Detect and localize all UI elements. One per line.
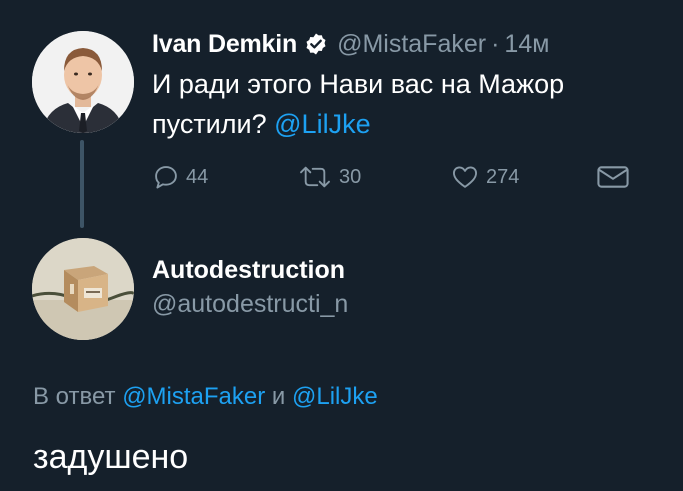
like-button[interactable]: 274 [450, 160, 519, 194]
separator-dot: · [491, 29, 500, 58]
display-name[interactable]: Ivan Demkin [152, 30, 297, 59]
reply-button[interactable]: 44 [152, 160, 208, 194]
mention-link[interactable]: @LilJke [274, 109, 370, 139]
avatar-ivan-demkin[interactable] [32, 31, 134, 133]
reply-to-mention-liljke[interactable]: @LilJke [292, 383, 378, 410]
handle[interactable]: @MistaFaker [337, 30, 486, 59]
heart-icon [452, 166, 478, 188]
verified-badge-icon [306, 33, 326, 55]
retweet-count: 30 [339, 165, 362, 188]
reply-author-name[interactable]: Autodestruction [152, 256, 345, 285]
timestamp[interactable]: 14м [504, 30, 549, 59]
reply-to-conjunction: и [271, 383, 286, 410]
tweet-header: Ivan Demkin @MistaFaker · 14м [152, 30, 549, 58]
direct-message-button[interactable] [596, 160, 630, 194]
reply-count: 44 [186, 165, 209, 188]
envelope-icon [597, 166, 629, 188]
like-count: 274 [486, 165, 520, 188]
reply-to-mention-mistafaker[interactable]: @MistaFaker [122, 383, 265, 410]
reply-icon [155, 166, 177, 189]
tweet-text: И ради этого Нави вас на Мажор пустили? … [152, 64, 662, 144]
reply-tweet-text: задушено [33, 438, 189, 476]
thread-connector-line [80, 140, 84, 228]
reply-to-prefix: В ответ [33, 383, 116, 410]
tweet-actions: 44 30 274 [152, 160, 642, 194]
reply-to-context: В ответ @MistaFaker и @LilJke [33, 383, 378, 411]
retweet-icon [300, 166, 330, 188]
retweet-button[interactable]: 30 [297, 160, 361, 194]
reply-author-handle[interactable]: @autodestructi_n [152, 290, 348, 319]
avatar-autodestruction[interactable] [32, 238, 134, 340]
